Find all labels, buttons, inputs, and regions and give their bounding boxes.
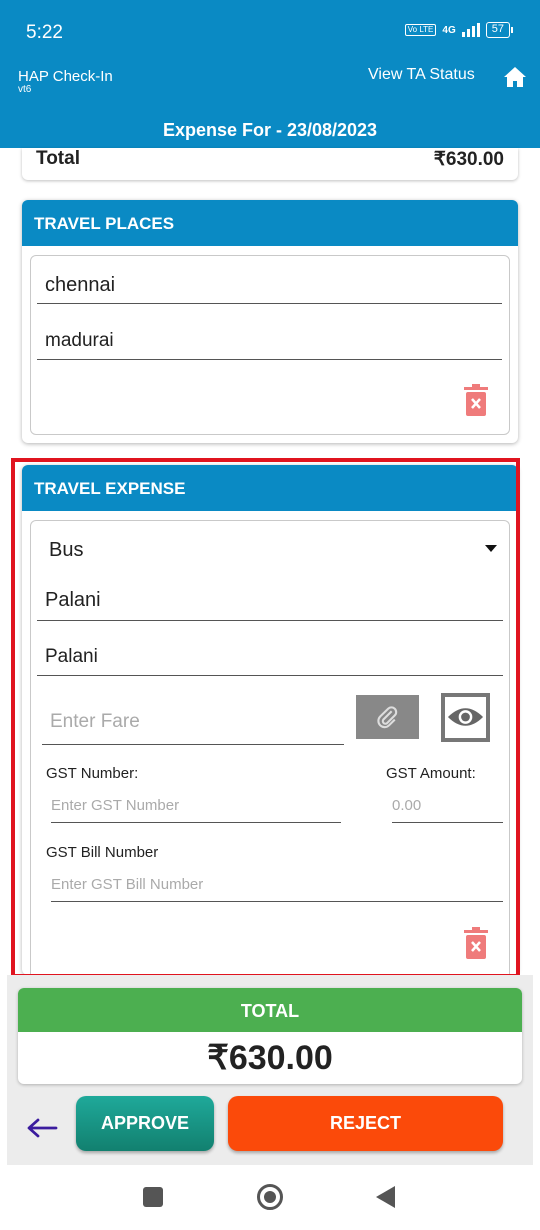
home-icon[interactable] bbox=[503, 66, 527, 88]
system-nav-bar bbox=[0, 1165, 540, 1230]
app-bar: 5:22 Vo LTE 4G 57 HAP Check-In vt6 View … bbox=[0, 0, 540, 148]
summary-total-value: ₹630.00 bbox=[433, 149, 504, 170]
home-nav-icon[interactable] bbox=[257, 1184, 283, 1210]
back-nav-icon[interactable] bbox=[376, 1186, 395, 1208]
delete-place-icon[interactable] bbox=[463, 384, 489, 416]
summary-total-row: Total ₹630.00 bbox=[22, 148, 518, 180]
recent-apps-icon[interactable] bbox=[143, 1187, 163, 1207]
app-name: HAP Check-In bbox=[18, 68, 113, 85]
approve-button[interactable]: APPROVE bbox=[76, 1096, 214, 1151]
travel-places-title: TRAVEL PLACES bbox=[22, 200, 518, 246]
to-place-field[interactable]: madurai bbox=[37, 330, 502, 360]
status-icons: Vo LTE 4G 57 bbox=[404, 22, 514, 38]
network-type: 4G bbox=[442, 24, 456, 36]
summary-total-label: Total bbox=[36, 148, 80, 169]
back-arrow-icon[interactable] bbox=[26, 1116, 58, 1140]
status-time: 5:22 bbox=[26, 22, 63, 43]
highlight-box bbox=[11, 458, 520, 978]
app-version: vt6 bbox=[18, 84, 32, 95]
volte-icon: Vo LTE bbox=[404, 24, 437, 36]
page-title: Expense For - 23/08/2023 bbox=[162, 120, 378, 140]
travel-places-inner: chennai madurai bbox=[30, 255, 510, 435]
footer-total-amount: ₹630.00 bbox=[207, 1039, 333, 1077]
travel-places-card: TRAVEL PLACES chennai madurai bbox=[22, 200, 518, 443]
view-ta-status-link[interactable]: View TA Status bbox=[368, 66, 475, 84]
battery-icon: 57 bbox=[485, 22, 514, 38]
footer-total-label: TOTAL bbox=[18, 988, 522, 1032]
reject-button[interactable]: REJECT bbox=[228, 1096, 503, 1151]
footer-total-box: TOTAL ₹630.00 bbox=[18, 988, 522, 1084]
from-place-field[interactable]: chennai bbox=[37, 274, 502, 304]
signal-icon bbox=[461, 23, 480, 37]
